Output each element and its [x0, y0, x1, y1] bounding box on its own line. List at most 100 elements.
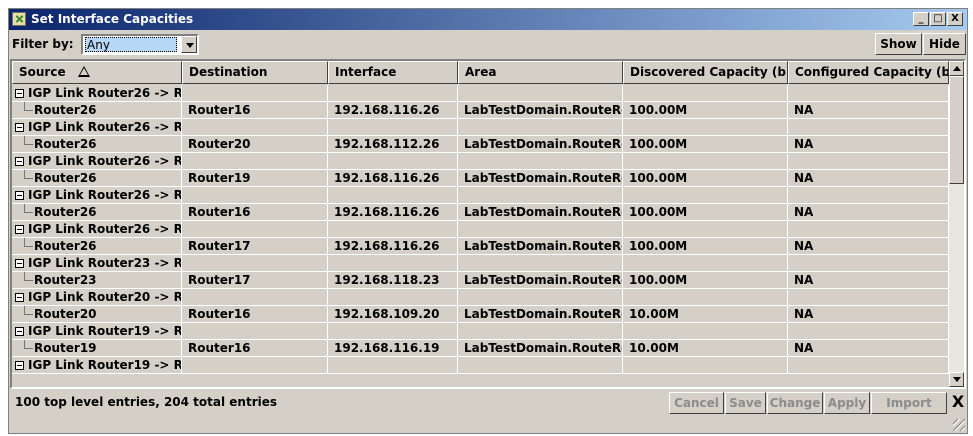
- hide-button[interactable]: Hide: [923, 33, 966, 55]
- scroll-up-icon[interactable]: [949, 61, 964, 76]
- col-destination-header[interactable]: Destination: [182, 61, 328, 84]
- table-row[interactable]: Router26 Router17 192.168.116.26 LabTestDom…: [12, 238, 949, 255]
- col-destination-cell: [182, 323, 328, 340]
- chevron-down-icon[interactable]: [181, 36, 197, 53]
- col-source-value: IGP Link Router26 -> Rou: [28, 154, 182, 168]
- collapse-icon[interactable]: [15, 225, 24, 234]
- col-discovered-capacity-value: 100.00M: [629, 103, 688, 117]
- table-row[interactable]: Router26 Router16 192.168.116.26 LabTestDom…: [12, 204, 949, 221]
- col-configured-capacity-header-label: Configured Capacity (bps): [795, 65, 949, 79]
- col-source-value: IGP Link Router20 -> Rou: [28, 290, 182, 304]
- col-source-value: Router26: [34, 171, 97, 185]
- group-row[interactable]: IGP Link Router19 -> Rou: [12, 323, 949, 340]
- close-panel-icon[interactable]: X: [950, 393, 966, 411]
- col-configured-capacity-value: NA: [794, 307, 814, 321]
- table-row[interactable]: Router26 Router16 192.168.116.26 LabTestDom…: [12, 102, 949, 119]
- tree-connector-icon: [24, 102, 33, 111]
- col-interface-cell: 192.168.116.26: [328, 238, 458, 255]
- col-area-cell: [458, 357, 623, 374]
- tree-connector-icon: [24, 340, 33, 349]
- col-source-cell: IGP Link Router26 -> Rou: [12, 153, 182, 170]
- group-row[interactable]: IGP Link Router26 -> Rou: [12, 153, 949, 170]
- change-button[interactable]: Change: [767, 392, 823, 414]
- col-source-header[interactable]: Source: [12, 61, 182, 84]
- table-row[interactable]: Router26 Router19 192.168.116.26 LabTestDom…: [12, 170, 949, 187]
- group-row[interactable]: IGP Link Router26 -> Rou: [12, 119, 949, 136]
- col-interface-value: 192.168.116.19: [334, 341, 440, 355]
- col-configured-capacity-cell: [788, 255, 949, 272]
- col-source-cell: Router19: [12, 340, 182, 357]
- collapse-icon[interactable]: [15, 259, 24, 268]
- table-row[interactable]: Router23 Router17 192.168.118.23 LabTestDom…: [12, 272, 949, 289]
- collapse-icon[interactable]: [15, 191, 24, 200]
- col-interface-cell: 192.168.118.23: [328, 272, 458, 289]
- maximize-button[interactable]: □: [930, 12, 946, 26]
- col-discovered-capacity-value: 100.00M: [629, 273, 688, 287]
- col-area-value: LabTestDomain.RouteReco: [464, 239, 622, 253]
- col-source-value: Router26: [34, 103, 97, 117]
- col-area-header[interactable]: Area: [458, 61, 623, 84]
- import-button[interactable]: Import: [871, 392, 947, 414]
- col-source-cell: Router26: [12, 238, 182, 255]
- cancel-button[interactable]: Cancel: [669, 392, 724, 414]
- col-area-value: LabTestDomain.RouteReco: [464, 103, 622, 117]
- tree-connector-icon: [24, 272, 33, 281]
- show-button[interactable]: Show: [875, 33, 922, 55]
- filter-select[interactable]: Any: [81, 34, 199, 55]
- col-area-cell: LabTestDomain.RouteReco: [458, 238, 623, 255]
- status-bar: 100 top level entries, 204 total entries…: [9, 389, 967, 415]
- group-row[interactable]: IGP Link Router19 -> Rou: [12, 357, 949, 374]
- col-configured-capacity-cell: [788, 323, 949, 340]
- col-destination-cell: Router16: [182, 204, 328, 221]
- scrollbar-thumb[interactable]: [949, 76, 964, 184]
- col-discovered-capacity-header[interactable]: Discovered Capacity (bps): [623, 61, 788, 84]
- col-destination-cell: [182, 85, 328, 102]
- col-source-value: Router23: [34, 273, 97, 287]
- minimize-button[interactable]: _: [913, 12, 929, 26]
- col-source-value: IGP Link Router26 -> Rou: [28, 86, 182, 100]
- col-interface-value: 192.168.116.26: [334, 239, 440, 253]
- group-row[interactable]: IGP Link Router26 -> Rou: [12, 187, 949, 204]
- scroll-down-icon[interactable]: [949, 372, 964, 387]
- col-configured-capacity-cell: NA: [788, 238, 949, 255]
- col-destination-value: Router19: [188, 171, 251, 185]
- resize-grip-icon[interactable]: [953, 419, 965, 431]
- table-row[interactable]: Router26 Router20 192.168.112.26 LabTestDom…: [12, 136, 949, 153]
- collapse-icon[interactable]: [15, 293, 24, 302]
- col-configured-capacity-header[interactable]: Configured Capacity (bps): [788, 61, 949, 84]
- col-configured-capacity-cell: [788, 119, 949, 136]
- tree-connector-icon: [24, 306, 33, 315]
- sort-ascending-icon[interactable]: [77, 66, 90, 77]
- apply-button[interactable]: Apply: [824, 392, 870, 414]
- col-interface-cell: [328, 119, 458, 136]
- close-button[interactable]: X: [947, 12, 963, 26]
- col-discovered-capacity-cell: [623, 357, 788, 374]
- col-configured-capacity-value: NA: [794, 273, 814, 287]
- group-row[interactable]: IGP Link Router26 -> Rou: [12, 221, 949, 238]
- col-destination-cell: Router19: [182, 170, 328, 187]
- title-bar[interactable]: Set Interface Capacities _ □ X: [9, 9, 967, 30]
- col-area-cell: LabTestDomain.RouteReco: [458, 102, 623, 119]
- col-discovered-capacity-header-label: Discovered Capacity (bps): [630, 65, 787, 79]
- collapse-icon[interactable]: [15, 361, 24, 370]
- col-interface-header[interactable]: Interface: [328, 61, 458, 84]
- table-row[interactable]: Router20 Router16 192.168.109.20 LabTestDom…: [12, 306, 949, 323]
- collapse-icon[interactable]: [15, 89, 24, 98]
- collapse-icon[interactable]: [15, 123, 24, 132]
- group-row[interactable]: IGP Link Router26 -> Rou: [12, 85, 949, 102]
- col-configured-capacity-cell: [788, 85, 949, 102]
- col-source-header-label: Source: [19, 65, 66, 79]
- col-area-cell: [458, 153, 623, 170]
- group-row[interactable]: IGP Link Router23 -> Rou: [12, 255, 949, 272]
- col-destination-value: Router16: [188, 103, 251, 117]
- save-button[interactable]: Save: [725, 392, 766, 414]
- col-interface-cell: 192.168.109.20: [328, 306, 458, 323]
- col-interface-cell: [328, 323, 458, 340]
- group-row[interactable]: IGP Link Router20 -> Rou: [12, 289, 949, 306]
- col-configured-capacity-cell: [788, 357, 949, 374]
- vertical-scrollbar[interactable]: [949, 61, 964, 387]
- collapse-icon[interactable]: [15, 157, 24, 166]
- table-row[interactable]: Router19 Router16 192.168.116.19 LabTestDom…: [12, 340, 949, 357]
- col-area-cell: LabTestDomain.RouteReco: [458, 272, 623, 289]
- collapse-icon[interactable]: [15, 327, 24, 336]
